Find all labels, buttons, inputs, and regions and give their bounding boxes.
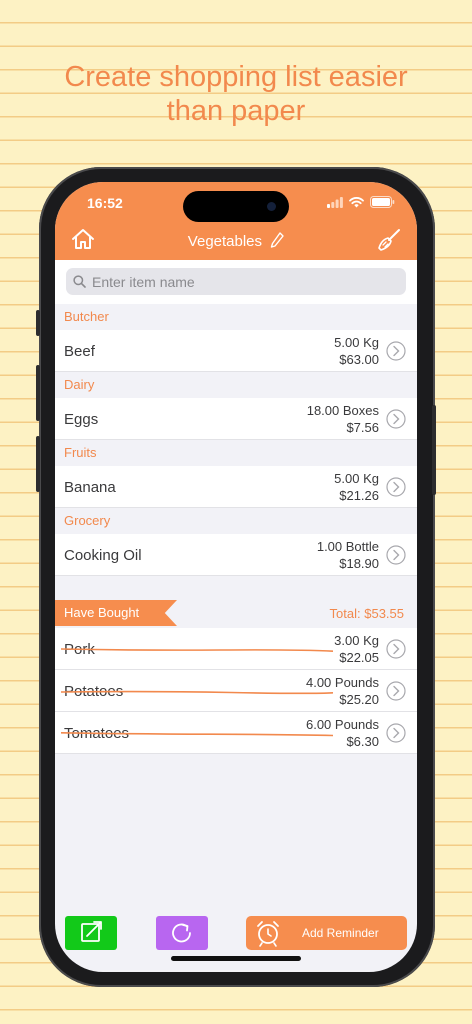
item-price: $63.00: [339, 352, 379, 367]
item-quantity: 18.00 Boxes: [306, 403, 379, 418]
item-quantity: 1.00 Bottle: [316, 539, 379, 554]
add-reminder-label: Add Reminder: [302, 926, 379, 940]
item-price: $18.90: [339, 556, 379, 571]
section-header-fruits: Fruits: [55, 440, 417, 466]
item-quantity: 6.00 Pounds: [305, 717, 379, 732]
pencil-icon: [270, 232, 284, 252]
share-icon: [81, 921, 102, 942]
section-header-grocery: Grocery: [55, 508, 417, 534]
side-button-volume-down: [36, 436, 40, 492]
status-time: 16:52: [87, 195, 123, 211]
dynamic-island: [183, 191, 289, 222]
headline-line-1: Create shopping list easier: [64, 61, 408, 93]
item-price: $25.20: [339, 692, 379, 707]
list-item[interactable]: Beef 5.00 Kg $63.00: [55, 330, 417, 372]
strikethrough-mark: [61, 690, 333, 695]
have-bought-header: Have Bought Total: $53.55: [55, 600, 417, 628]
battery-icon: [370, 196, 395, 208]
chevron-right-icon[interactable]: [386, 341, 406, 361]
refresh-button[interactable]: [156, 916, 208, 950]
search-area: [55, 260, 417, 304]
status-icons: [327, 196, 395, 208]
app-screen: 16:52 Vegetables Enter item name Butcher…: [55, 182, 417, 972]
bought-item[interactable]: Potatoes 4.00 Pounds $25.20: [55, 670, 417, 712]
section-header-butcher: Butcher: [55, 304, 417, 330]
item-price: $7.56: [346, 420, 379, 435]
strikethrough-mark: [61, 648, 333, 652]
refresh-icon: [172, 923, 191, 943]
item-name: Banana: [64, 479, 116, 496]
chevron-right-icon[interactable]: [386, 545, 406, 565]
item-name: Beef: [64, 343, 95, 360]
search-icon: [73, 275, 86, 288]
item-quantity: 4.00 Pounds: [305, 675, 379, 690]
chevron-right-icon[interactable]: [386, 639, 406, 659]
item-price: $21.26: [339, 488, 379, 503]
headline: Create shopping list easier than paper: [0, 60, 472, 128]
bought-item[interactable]: Pork 3.00 Kg $22.05: [55, 628, 417, 670]
alarm-clock-icon: [257, 921, 279, 947]
bought-total: Total: $53.55: [329, 606, 404, 621]
list-title-button[interactable]: Vegetables: [55, 232, 417, 252]
item-name: Cooking Oil: [64, 547, 142, 564]
search-input[interactable]: [92, 268, 392, 295]
chevron-right-icon[interactable]: [386, 681, 406, 701]
item-quantity: 3.00 Kg: [334, 633, 379, 648]
side-button-silent: [36, 310, 40, 336]
item-name: Eggs: [64, 411, 99, 428]
section-header-dairy: Dairy: [55, 372, 417, 398]
list-item[interactable]: Eggs 18.00 Boxes $7.56: [55, 398, 417, 440]
item-quantity: 5.00 Kg: [334, 335, 379, 350]
chevron-right-icon[interactable]: [386, 409, 406, 429]
nav-bar: 16:52 Vegetables: [55, 182, 417, 260]
headline-line-2: than paper: [166, 95, 306, 127]
item-price: $22.05: [339, 650, 379, 665]
signal-icon: [327, 196, 343, 208]
wifi-icon: [349, 196, 364, 207]
camera-icon: [267, 202, 276, 211]
add-reminder-button[interactable]: Add Reminder: [246, 916, 407, 950]
bottom-toolbar: Add Reminder: [55, 912, 417, 952]
strikethrough-mark: [61, 732, 333, 737]
page-title: Vegetables: [187, 232, 263, 250]
chevron-right-icon[interactable]: [386, 723, 406, 743]
home-indicator: [171, 956, 301, 961]
side-button-volume-up: [36, 365, 40, 421]
share-button[interactable]: [65, 916, 117, 950]
bought-item[interactable]: Tomatoes 6.00 Pounds $6.30: [55, 712, 417, 754]
clear-list-button[interactable]: [377, 228, 401, 257]
search-bar: [66, 268, 406, 295]
list-item[interactable]: Banana 5.00 Kg $21.26: [55, 466, 417, 508]
chevron-right-icon[interactable]: [386, 477, 406, 497]
side-button-power: [432, 405, 436, 495]
list-item[interactable]: Cooking Oil 1.00 Bottle $18.90: [55, 534, 417, 576]
broom-icon: [378, 229, 400, 251]
item-quantity: 5.00 Kg: [334, 471, 379, 486]
have-bought-ribbon: Have Bought: [55, 600, 177, 626]
item-price: $6.30: [346, 734, 379, 749]
